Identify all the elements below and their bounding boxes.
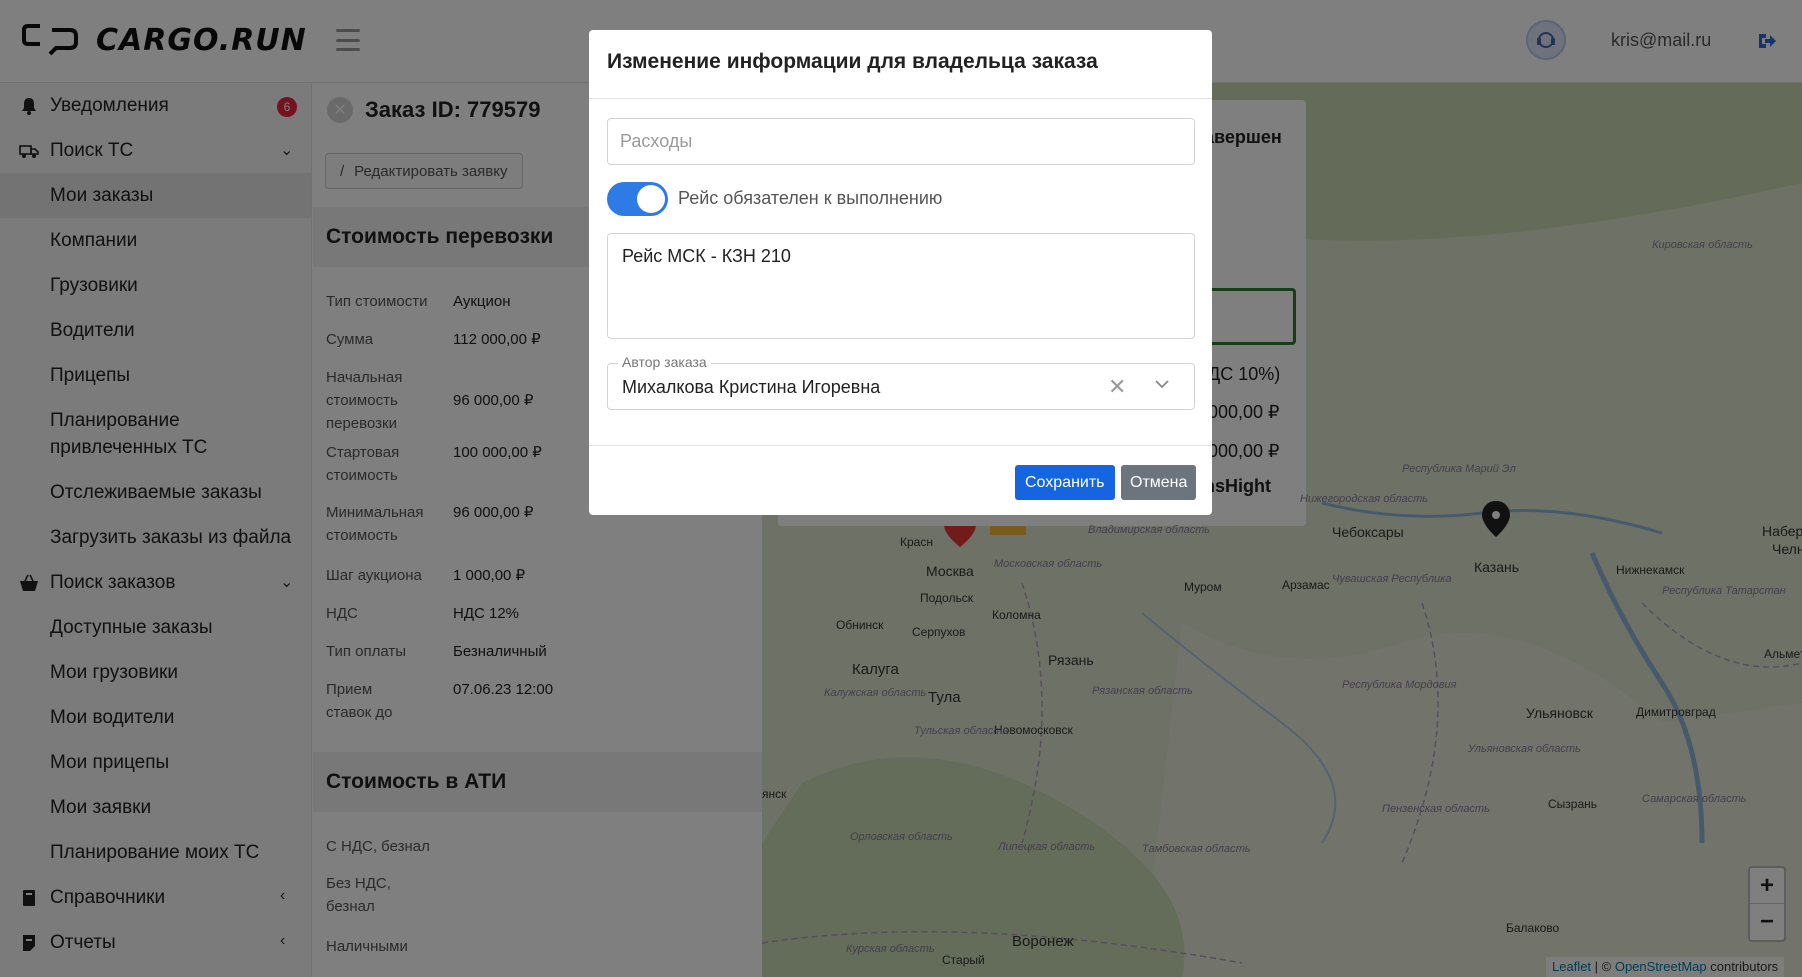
chevron-down-icon[interactable] [1154,376,1170,392]
cancel-button[interactable]: Отмена [1121,465,1197,500]
author-select-value: Михалкова Кристина Игоревна [622,377,881,397]
save-button[interactable]: Сохранить [1015,465,1115,500]
clear-icon[interactable]: ✕ [1108,374,1126,400]
modal-divider [589,98,1212,99]
expenses-input[interactable] [607,118,1195,165]
author-select[interactable]: Автор заказа Михалкова Кристина Игоревна… [607,354,1195,410]
modal-divider [589,445,1212,446]
mandatory-trip-toggle[interactable] [607,182,668,216]
modal-title: Изменение информации для владельца заказ… [607,50,1098,73]
edit-owner-info-modal: Изменение информации для владельца заказ… [589,30,1212,515]
toggle-knob [637,185,665,213]
author-select-label: Автор заказа [618,354,711,370]
comment-textarea[interactable]: Рейс МСК - КЗН 210 [607,233,1195,339]
mandatory-trip-label: Рейс обязателен к выполнению [678,188,943,208]
